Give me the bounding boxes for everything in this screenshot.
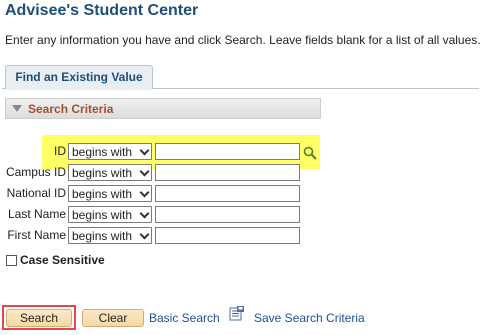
page-title: Advisee's Student Center — [5, 2, 199, 19]
campus-id-operator-value: begins with — [72, 166, 133, 180]
basic-search-link[interactable]: Basic Search — [149, 311, 220, 325]
chevron-down-icon — [139, 166, 150, 177]
clear-button-label: Clear — [98, 311, 128, 325]
last-name-label: Last Name — [7, 207, 66, 221]
chevron-down-icon — [139, 208, 150, 219]
chevron-down-icon — [139, 187, 150, 198]
national-id-operator-value: begins with — [72, 187, 133, 201]
first-name-label: First Name — [7, 228, 66, 242]
last-name-operator-value: begins with — [72, 208, 133, 222]
campus-id-input[interactable] — [155, 164, 300, 181]
clear-button[interactable]: Clear — [82, 309, 144, 327]
campus-id-label: Campus ID — [5, 165, 66, 179]
search-criteria-title: Search Criteria — [28, 101, 114, 116]
first-name-operator-value: begins with — [72, 229, 133, 243]
save-search-criteria-link[interactable]: Save Search Criteria — [254, 311, 365, 325]
last-name-operator-select[interactable]: begins with — [68, 206, 152, 223]
search-button[interactable]: Search — [6, 309, 72, 327]
case-sensitive-label: Case Sensitive — [20, 253, 105, 267]
id-operator-select[interactable]: begins with — [68, 143, 152, 160]
search-criteria-header[interactable]: Search Criteria — [5, 98, 321, 119]
last-name-input[interactable] — [155, 206, 300, 223]
id-input[interactable] — [155, 143, 300, 160]
id-label: ID — [54, 144, 66, 158]
search-button-label: Search — [19, 311, 59, 325]
case-sensitive-checkbox[interactable] — [6, 254, 17, 266]
first-name-input[interactable] — [155, 227, 300, 244]
campus-id-operator-select[interactable]: begins with — [68, 164, 152, 181]
save-criteria-icon[interactable] — [229, 305, 245, 321]
id-operator-value: begins with — [72, 145, 133, 159]
case-sensitive-row[interactable]: Case Sensitive — [6, 252, 105, 268]
tab-find-existing-value[interactable]: Find an Existing Value — [5, 65, 153, 90]
national-id-operator-select[interactable]: begins with — [68, 185, 152, 202]
chevron-down-icon — [139, 229, 150, 240]
first-name-operator-select[interactable]: begins with — [68, 227, 152, 244]
tab-label: Find an Existing Value — [15, 70, 143, 84]
collapse-triangle-icon[interactable] — [12, 105, 22, 112]
national-id-input[interactable] — [155, 185, 300, 202]
national-id-label: National ID — [6, 186, 66, 200]
magnifier-icon[interactable] — [303, 146, 317, 160]
instructions-text: Enter any information you have and click… — [5, 33, 481, 47]
chevron-down-icon — [139, 145, 150, 156]
